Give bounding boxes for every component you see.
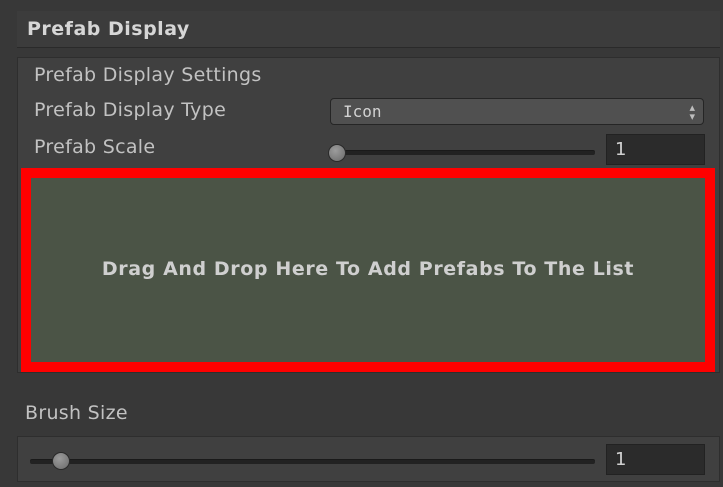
brush-size-slider-track[interactable] xyxy=(30,459,595,464)
prefab-scale-label: Prefab Scale xyxy=(34,136,156,158)
display-type-value: Icon xyxy=(343,102,382,121)
dropdown-arrows-icon: ▴ ▾ xyxy=(689,101,695,123)
drop-zone-text: Drag And Drop Here To Add Prefabs To The… xyxy=(101,258,635,280)
brush-size-input[interactable]: 1 xyxy=(606,444,705,475)
settings-section-label: Prefab Display Settings xyxy=(34,64,262,86)
display-type-dropdown[interactable]: Icon ▴ ▾ xyxy=(330,98,704,125)
brush-size-value: 1 xyxy=(615,449,627,470)
display-type-label: Prefab Display Type xyxy=(34,99,227,121)
prefab-scale-value: 1 xyxy=(615,139,627,160)
prefab-scale-slider-track[interactable] xyxy=(333,150,595,155)
brush-size-slider-thumb[interactable] xyxy=(52,452,70,470)
header-title: Prefab Display xyxy=(27,18,190,40)
prefab-scale-slider-thumb[interactable] xyxy=(328,144,346,162)
brush-size-label: Brush Size xyxy=(25,402,128,424)
prefab-scale-input[interactable]: 1 xyxy=(606,134,705,165)
prefab-display-header[interactable]: Prefab Display xyxy=(17,11,720,48)
prefab-drop-zone[interactable]: Drag And Drop Here To Add Prefabs To The… xyxy=(21,168,715,372)
